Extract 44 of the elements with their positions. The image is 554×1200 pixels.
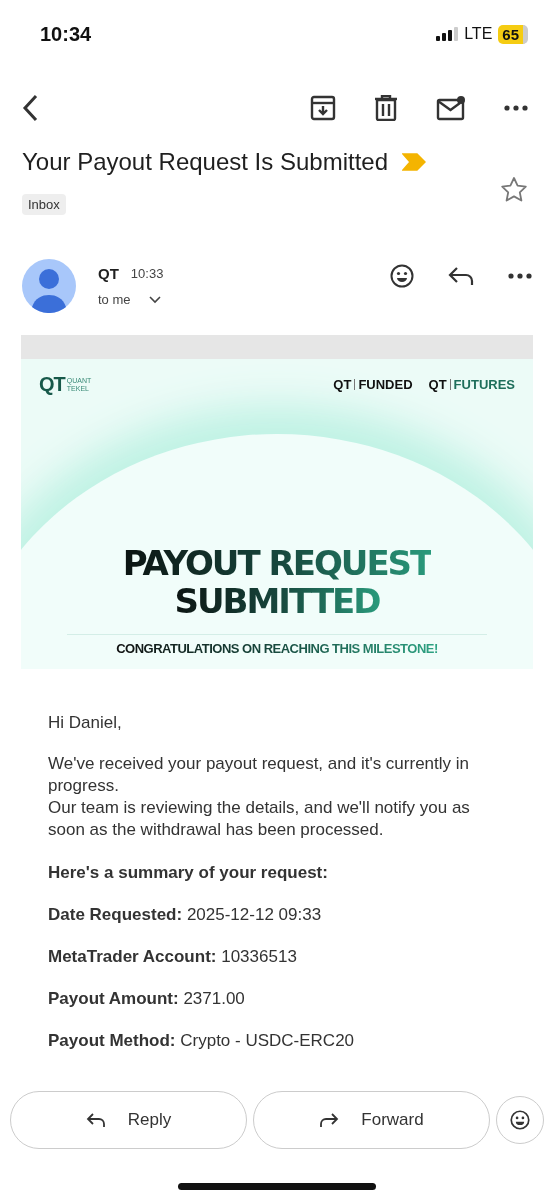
network-label: LTE [464,25,493,43]
brand-logo: QT [39,373,65,396]
star-icon[interactable] [500,176,528,204]
sender-name: QT [98,265,119,282]
brand-mark: QT [333,377,352,392]
emoji-icon [510,1110,530,1130]
more-icon[interactable] [504,105,528,111]
detail-value: 10336513 [221,947,297,966]
email-subject: Your Payout Request Is Submitted [22,148,388,176]
importance-marker-icon[interactable] [402,153,426,171]
inbox-label[interactable]: Inbox [22,194,66,215]
trash-icon[interactable] [374,95,398,121]
recipient-label[interactable]: to me [98,292,131,307]
mail-unread-icon[interactable] [436,95,466,121]
detail-value: 2025-12-12 09:33 [186,905,322,924]
detail-label: Payout Method: [48,1031,176,1050]
reply-icon[interactable] [448,266,474,286]
battery-indicator: 65 [498,24,528,44]
brand-name: FUNDED [358,377,413,392]
more-icon[interactable] [508,273,532,279]
brand-mark: QT [428,377,447,392]
detail-label: Payout Amount: [48,989,179,1008]
sent-time: 10:33 [130,266,164,281]
status-time: 10:34 [40,22,92,46]
emoji-reaction-button[interactable] [496,1096,544,1144]
brand-name: FUTURES [453,377,515,392]
detail-label: Date Requested: [48,905,183,924]
emoji-icon[interactable] [390,264,414,288]
summary-heading: Here's a summary of your request: [48,863,329,883]
avatar-icon[interactable] [22,259,76,313]
signal-icon [436,27,459,41]
detail-label: MetaTrader Account: [48,947,217,966]
back-icon[interactable] [22,94,38,122]
detail-value: Crypto - USDC-ERC20 [180,1031,355,1050]
detail-value: 2371.00 [183,989,245,1008]
reply-icon [85,1112,106,1128]
reply-button[interactable]: Reply [10,1091,247,1149]
forward-icon [319,1112,340,1128]
forward-button[interactable]: Forward [253,1091,490,1149]
greeting-text: Hi Daniel, [48,713,123,733]
archive-icon[interactable] [310,95,336,121]
chevron-down-icon[interactable] [148,295,161,304]
body-paragraph: We've received your payout request, and it's currently in progress. [48,753,470,797]
body-paragraph: Our team is reviewing the details, and we'll notify you as soon as the withdrawal has been processed. [48,797,471,841]
